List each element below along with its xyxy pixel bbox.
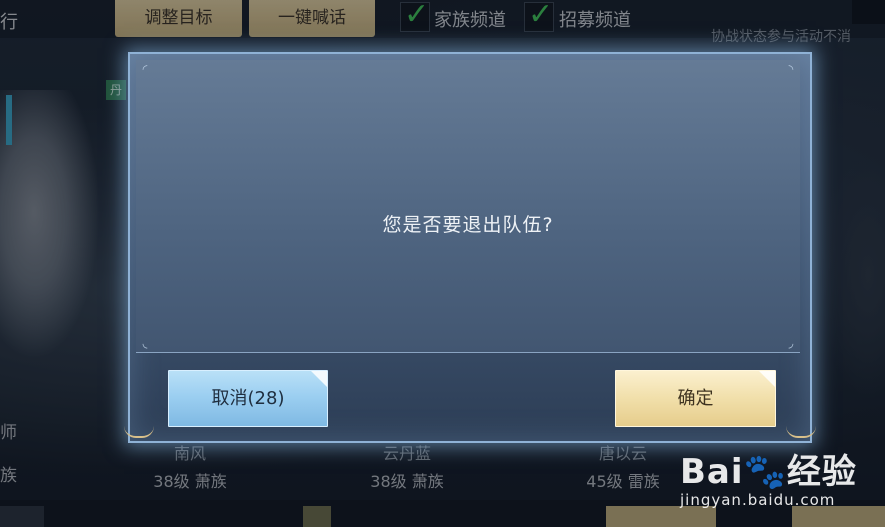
dialog-message: 您是否要退出队伍? [382, 214, 554, 236]
gold-ornament-icon [124, 426, 154, 438]
confirm-button-label: 确定 [677, 388, 714, 409]
dialog-message-panel: ◜ ◝ ◟ ◞ 您是否要退出队伍? [136, 60, 800, 353]
corner-ornament-icon: ◜ [142, 62, 148, 76]
corner-ornament-icon: ◞ [788, 336, 794, 350]
gold-ornament-icon [786, 426, 816, 438]
watermark-url: jingyan.baidu.com [680, 491, 836, 509]
confirm-button[interactable]: 确定 [615, 370, 776, 427]
cancel-button-label: 取消(28) [211, 388, 285, 409]
watermark-logo: Bai🐾经验 [680, 452, 857, 492]
baidu-watermark: Bai🐾经验 jingyan.baidu.com [680, 444, 857, 509]
corner-ornament-icon: ◝ [788, 62, 794, 76]
corner-ornament-icon: ◟ [142, 336, 148, 350]
cancel-button[interactable]: 取消(28) [168, 370, 328, 427]
corner-fold-icon [311, 371, 327, 387]
corner-fold-icon [759, 371, 775, 387]
leave-team-dialog: ◜ ◝ ◟ ◞ 您是否要退出队伍? 取消(28) 确定 [124, 52, 816, 443]
